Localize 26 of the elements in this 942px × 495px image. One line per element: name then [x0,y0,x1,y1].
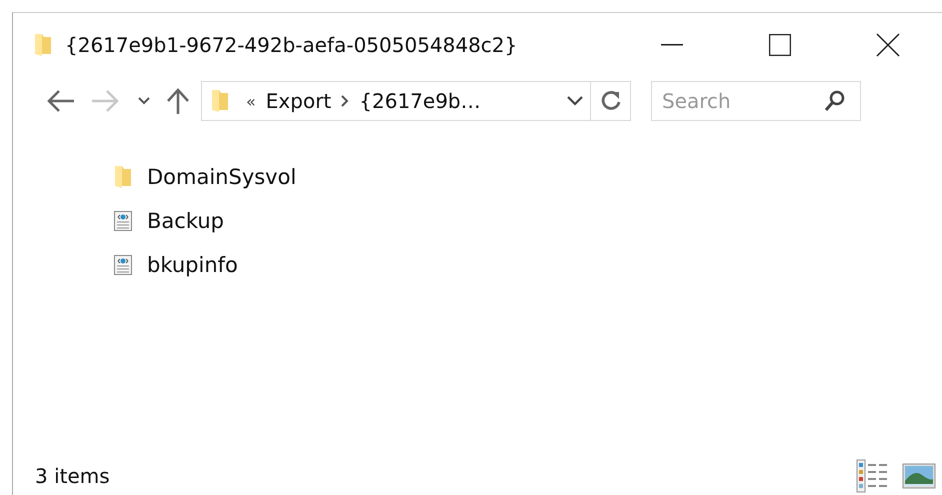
document-icon [113,210,133,232]
folder-icon [113,164,133,190]
folder-icon [33,32,53,58]
document-icon [113,254,133,276]
address-bar[interactable]: « Export {2617e9b… [201,81,631,121]
window-title: {2617e9b1-9672-492b-aefa-0505054848c2} [65,33,518,57]
overflow-chevron[interactable]: « [246,92,256,110]
minimize-icon [661,44,683,46]
close-icon [876,33,900,57]
refresh-icon [600,90,622,112]
arrow-right-icon [91,90,119,112]
file-name[interactable]: bkupinfo [147,253,238,277]
item-count: 3 items [35,464,111,488]
search-icon [823,89,847,113]
chevron-down-icon [567,96,583,106]
arrow-up-icon [167,88,189,114]
chevron-down-icon [138,97,150,105]
folder-icon [210,88,230,114]
arrow-left-icon [47,90,75,112]
maximize-icon [769,34,791,56]
search-field[interactable]: Search [651,81,861,121]
chevron-right-icon [341,95,350,107]
breadcrumb[interactable]: Export [266,89,332,113]
file-name[interactable]: Backup [147,209,224,233]
file-name[interactable]: DomainSysvol [147,165,296,189]
breadcrumb[interactable]: {2617e9b… [359,89,481,113]
